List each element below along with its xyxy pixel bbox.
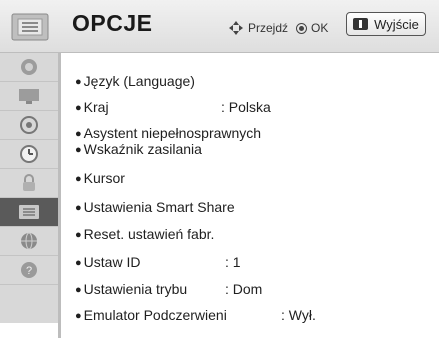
sidebar-item-options[interactable] [0,198,58,227]
hint-move-label: Przejdź [248,21,289,35]
support-icon: ? [21,262,37,278]
picture-icon [21,59,37,75]
menu-item-power-indicator[interactable]: ● Wskaźnik zasilania [75,141,202,157]
sidebar-item-screen[interactable] [0,82,58,111]
navigate-arrows-icon [229,21,243,35]
menu-item-set-id[interactable]: ● Ustaw ID : 1 [75,254,241,270]
options-icon [11,13,49,41]
options-menu-window: OPCJE Przejdź OK Wyjście ? ● Język (Lang… [0,0,439,338]
bullet-icon: ● [75,310,82,322]
menu-item-cursor[interactable]: ● Kursor [75,170,125,186]
options-list: ● Język (Language) ● Kraj : Polska ● Asyste… [58,53,439,338]
hint-ok-label: OK [311,21,329,35]
network-icon [21,232,37,250]
menu-item-value: : Polska [221,99,271,115]
bullet-icon: ● [75,284,82,296]
bullet-icon: ● [75,202,82,214]
bullet-icon: ● [75,128,82,140]
menu-item-factory-reset[interactable]: ● Reset. ustawień fabr. [75,226,214,242]
bullet-icon: ● [75,229,82,241]
bullet-icon: ● [75,173,82,185]
options-icon [19,205,39,219]
sidebar-item-support[interactable]: ? [0,256,58,285]
menu-item-label: Ustaw ID [83,254,141,270]
menu-item-language[interactable]: ● Język (Language) [75,73,195,89]
sidebar-item-network[interactable] [0,227,58,256]
svg-text:?: ? [26,265,32,277]
ok-button-icon [296,22,308,34]
sidebar-item-audio[interactable] [0,111,58,140]
menu-item-label: Ustawienia Smart Share [83,199,235,215]
bullet-icon: ● [75,76,82,88]
menu-item-label: Asystent niepełnosprawnych [83,125,262,141]
category-sidebar: ? [0,53,58,323]
menu-item-country[interactable]: ● Kraj : Polska [75,99,271,115]
menu-item-label: Ustawienia trybu [83,281,188,297]
clock-icon [20,145,38,163]
exit-button-label: Wyjście [374,16,419,32]
sidebar-footer [0,323,58,338]
menu-item-accessibility[interactable]: ● Asystent niepełnosprawnych [75,125,261,141]
menu-item-label: Język (Language) [83,73,195,89]
bullet-icon: ● [75,102,82,114]
menu-item-value: : 1 [225,254,241,270]
menu-item-label: Emulator Podczerwieni [83,307,227,323]
exit-key-icon [353,18,369,30]
menu-item-label: Reset. ustawień fabr. [83,226,215,242]
navigation-hint: Przejdź OK [228,20,328,36]
sidebar-item-time[interactable] [0,140,58,169]
lock-icon [23,174,35,191]
bullet-icon: ● [75,257,82,269]
audio-icon [20,116,38,134]
menu-item-mode-setting[interactable]: ● Ustawienia trybu : Dom [75,281,262,297]
sidebar-item-picture[interactable] [0,53,58,82]
menu-item-label: Kraj [83,99,109,115]
page-title: OPCJE [72,10,153,36]
sidebar-item-lock[interactable] [0,169,58,198]
menu-item-label: Wskaźnik zasilania [83,141,202,157]
menu-item-label: Kursor [83,170,125,186]
bullet-icon: ● [75,144,82,156]
menu-header: OPCJE Przejdź OK Wyjście [0,0,439,53]
screen-icon [19,89,39,104]
exit-button[interactable]: Wyjście [346,12,426,36]
menu-item-value: : Wył. [281,307,316,323]
menu-item-smart-share[interactable]: ● Ustawienia Smart Share [75,199,235,215]
menu-item-ir-emulator[interactable]: ● Emulator Podczerwieni : Wył. [75,307,316,323]
menu-item-value: : Dom [225,281,263,297]
